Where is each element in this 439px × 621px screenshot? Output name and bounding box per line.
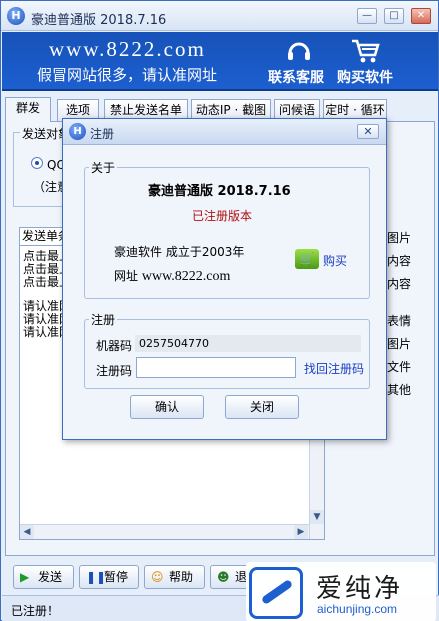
recover-code-link[interactable]: 找回注册码: [304, 360, 364, 377]
website-info: 网址 www.8222.com: [114, 269, 231, 284]
side-option-image[interactable]: 图片: [387, 335, 411, 352]
side-option-file[interactable]: 文件: [387, 358, 411, 375]
register-legend: 注册: [89, 311, 118, 328]
banner-slogan: 假冒网站很多，请认准网址: [37, 66, 218, 84]
minimize-button[interactable]: —: [357, 8, 377, 24]
pause-icon: ❚❚: [86, 570, 107, 584]
tab-mass-send[interactable]: 群发: [5, 97, 51, 122]
side-option-emoji[interactable]: 表情: [387, 312, 411, 329]
watermark-text: 爱纯净: [316, 574, 404, 604]
side-option-content[interactable]: 内容: [387, 275, 411, 292]
dialog-title-bar[interactable]: H 注册 ✕: [63, 119, 386, 145]
buy-link[interactable]: 购买: [323, 252, 347, 269]
about-legend: 关于: [89, 159, 118, 176]
horizontal-scrollbar[interactable]: ◀ ▶: [20, 524, 309, 539]
app-logo-icon: H: [7, 7, 25, 25]
headset-icon[interactable]: [285, 37, 313, 65]
maximize-button[interactable]: □: [384, 8, 404, 24]
register-code-input[interactable]: [136, 357, 296, 378]
side-option-other[interactable]: 其他: [387, 381, 411, 398]
pause-button[interactable]: ❚❚ 暂停: [79, 565, 139, 589]
product-name: 豪迪普通版 2018.7.16: [148, 184, 291, 199]
machine-code-label: 机器码: [96, 339, 133, 353]
buy-software-link[interactable]: 购买软件: [337, 67, 393, 87]
text-line: 请认准网: [23, 326, 63, 339]
dialog-close-action-button[interactable]: 关闭: [225, 395, 299, 419]
register-dialog: H 注册 ✕ 关于 豪迪普通版 2018.7.16 已注册版本 豪迪软件 成立于…: [62, 118, 387, 440]
text-line: 点击最上: [23, 263, 63, 276]
smiley-icon: ☺: [151, 570, 164, 584]
text-line: 请认准网: [23, 300, 63, 313]
side-option-image[interactable]: 图片: [387, 229, 411, 246]
cart-icon[interactable]: [350, 37, 380, 65]
dialog-title: 注册: [90, 127, 115, 141]
registered-version-text: 已注册版本: [192, 209, 253, 223]
text-line: 点击最上: [23, 276, 63, 289]
banner-url: www.8222.com: [49, 37, 206, 61]
contact-service-link[interactable]: 联系客服: [268, 67, 324, 87]
window-title: 豪迪普通版 2018.7.16: [31, 13, 167, 28]
company-info: 豪迪软件 成立于2003年: [114, 245, 245, 259]
dialog-logo-icon: H: [69, 123, 86, 140]
help-button[interactable]: ☺ 帮助: [144, 565, 205, 589]
scroll-down-icon[interactable]: ▼: [310, 510, 324, 524]
dialog-close-button[interactable]: ✕: [357, 124, 379, 139]
text-line: 点击最上: [23, 250, 63, 263]
scroll-left-icon[interactable]: ◀: [20, 525, 34, 539]
close-button[interactable]: ✕: [411, 8, 431, 24]
watermark-url: aichunjing.com: [317, 602, 398, 616]
qq-friends-radio[interactable]: [31, 157, 43, 169]
status-text: 已注册！: [11, 604, 60, 618]
play-icon: ▶: [20, 570, 30, 584]
machine-code-value: 0257504770: [135, 335, 361, 352]
watermark-logo-icon: [249, 567, 303, 619]
banner: www.8222.com 假冒网站很多，请认准网址 联系客服 购买软件: [2, 32, 438, 91]
buy-cart-icon[interactable]: 🛒: [295, 249, 319, 269]
confirm-button[interactable]: 确认: [130, 395, 204, 419]
title-bar[interactable]: H 豪迪普通版 2018.7.16 — □ ✕: [1, 1, 438, 31]
exit-button[interactable]: ☻ 退出: [210, 565, 250, 589]
send-button[interactable]: ▶ 发送: [13, 565, 74, 589]
text-line: 请认准网: [23, 313, 63, 326]
side-option-content[interactable]: 内容: [387, 252, 411, 269]
scroll-right-icon[interactable]: ▶: [294, 525, 308, 539]
watermark: 爱纯净 aichunjing.com: [246, 562, 436, 621]
website-url: www.8222.com: [141, 269, 231, 284]
register-code-label: 注册码: [96, 364, 133, 378]
user-icon: ☻: [217, 570, 230, 584]
